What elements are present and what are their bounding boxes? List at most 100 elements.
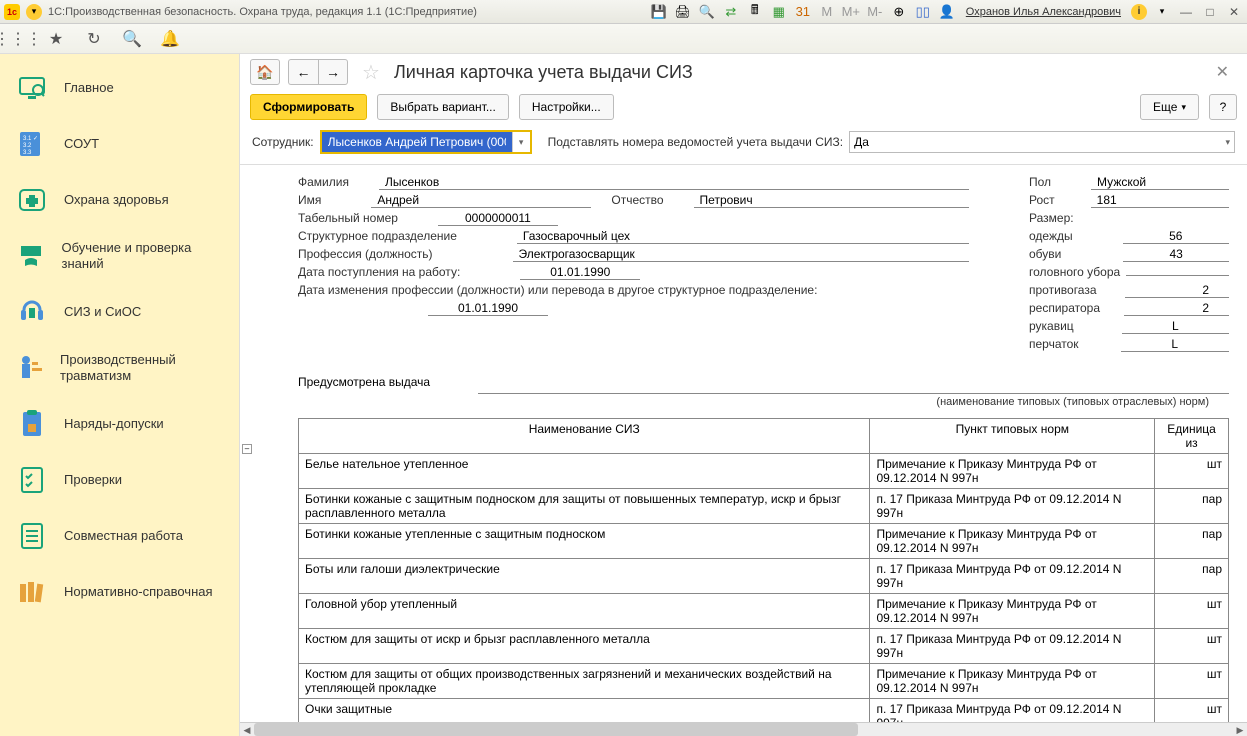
table-row[interactable]: Ботинки кожаные с защитным подноском для… bbox=[299, 489, 1229, 524]
patronymic-value: Петрович bbox=[694, 193, 969, 208]
forward-button[interactable]: → bbox=[318, 59, 348, 85]
sex-value: Мужской bbox=[1091, 175, 1229, 190]
table-cell: пар bbox=[1155, 559, 1229, 594]
minimize-button[interactable]: — bbox=[1177, 3, 1195, 21]
info-icon[interactable]: i bbox=[1131, 4, 1147, 20]
sidebar-item-health[interactable]: Охрана здоровья bbox=[0, 172, 239, 228]
sidebar-item-siz[interactable]: СИЗ и СиОС bbox=[0, 284, 239, 340]
table-cell: Очки защитные bbox=[299, 699, 870, 723]
apps-icon[interactable]: ⋮⋮⋮ bbox=[8, 29, 28, 49]
panels-icon[interactable]: ▯▯ bbox=[914, 3, 932, 21]
patronymic-label: Отчество bbox=[611, 193, 663, 207]
surname-value: Лысенков bbox=[379, 175, 969, 190]
book-hand-icon bbox=[14, 238, 48, 274]
head-value bbox=[1126, 275, 1229, 276]
sidebar-item-permits[interactable]: Наряды-допуски bbox=[0, 396, 239, 452]
print-icon[interactable]: 🖨 bbox=[674, 3, 692, 21]
prof-label: Профессия (должность) bbox=[298, 247, 433, 261]
table-row[interactable]: Ботинки кожаные утепленные с защитным по… bbox=[299, 524, 1229, 559]
sidebar-item-main[interactable]: Главное bbox=[0, 60, 239, 116]
splitter-toggle[interactable]: – bbox=[242, 444, 252, 454]
table-cell: Примечание к Приказу Минтруда РФ от 09.1… bbox=[870, 664, 1155, 699]
table-row[interactable]: Боты или галоши диэлектрическиеп. 17 При… bbox=[299, 559, 1229, 594]
surname-label: Фамилия bbox=[298, 175, 349, 189]
injury-icon bbox=[14, 350, 46, 386]
preview-icon[interactable]: 🔍 bbox=[698, 3, 716, 21]
sidebar-item-checks[interactable]: Проверки bbox=[0, 452, 239, 508]
sidebar-item-training[interactable]: Обучение и проверка знаний bbox=[0, 228, 239, 284]
horizontal-scrollbar[interactable]: ◀ ▶ bbox=[240, 722, 1247, 736]
resp-label: респиратора bbox=[1029, 301, 1100, 315]
favorite-icon[interactable]: ☆ bbox=[362, 60, 380, 85]
document-lines-icon bbox=[14, 518, 50, 554]
zoom-icon[interactable]: ⊕ bbox=[890, 3, 908, 21]
gasmask-value: 2 bbox=[1125, 283, 1229, 298]
table-row[interactable]: Очки защитныеп. 17 Приказа Минтруда РФ о… bbox=[299, 699, 1229, 723]
history-icon[interactable]: ↻ bbox=[84, 29, 104, 49]
table-row[interactable]: Головной убор утепленныйПримечание к При… bbox=[299, 594, 1229, 629]
substitute-dropdown-icon[interactable]: ▾ bbox=[1225, 137, 1230, 148]
table-header: Единица из bbox=[1155, 419, 1229, 454]
sidebar-item-collab[interactable]: Совместная работа bbox=[0, 508, 239, 564]
generate-button[interactable]: Сформировать bbox=[250, 94, 367, 120]
dropdown-arrow-icon[interactable]: ▾ bbox=[26, 4, 42, 20]
help-button[interactable]: ? bbox=[1209, 94, 1237, 120]
back-button[interactable]: ← bbox=[288, 59, 318, 85]
sidebar-item-reference[interactable]: Нормативно-справочная bbox=[0, 564, 239, 620]
substitute-value: Да bbox=[854, 135, 869, 149]
home-button[interactable]: 🏠 bbox=[250, 59, 280, 85]
maximize-button[interactable]: □ bbox=[1201, 3, 1219, 21]
sidebar-item-injury[interactable]: Производственный травматизм bbox=[0, 340, 239, 396]
list-check-icon: 3.1 ✓3.23.3 bbox=[14, 126, 50, 162]
head-label: головного убора bbox=[1029, 265, 1120, 279]
table-cell: Примечание к Приказу Минтруда РФ от 09.1… bbox=[870, 454, 1155, 489]
scroll-thumb[interactable] bbox=[254, 723, 858, 736]
gasmask-label: противогаза bbox=[1029, 283, 1097, 297]
table-cell: п. 17 Приказа Минтруда РФ от 09.12.2014 … bbox=[870, 629, 1155, 664]
info-right: ПолМужской Рост181 Размер: одежды56 обув… bbox=[1029, 175, 1229, 355]
table-row[interactable]: Костюм для защиты от искр и брызг распла… bbox=[299, 629, 1229, 664]
employee-field[interactable] bbox=[322, 132, 512, 152]
change-value: 01.01.1990 bbox=[428, 301, 548, 316]
employee-dropdown-icon[interactable]: ▾ bbox=[512, 132, 530, 152]
prof-value: Электрогазосварщик bbox=[513, 247, 969, 262]
gloves-label: перчаток bbox=[1029, 337, 1079, 351]
report-area: – Фамилия Лысенков Имя Андрей Отчество П… bbox=[240, 164, 1247, 722]
star-outline-icon[interactable]: ★ bbox=[46, 29, 66, 49]
settings-button[interactable]: Настройки... bbox=[519, 94, 614, 120]
info-dd-icon[interactable]: ▾ bbox=[1153, 3, 1171, 21]
scroll-left-icon[interactable]: ◀ bbox=[240, 723, 254, 736]
more-button[interactable]: Еще bbox=[1140, 94, 1199, 120]
date-icon[interactable]: 31 bbox=[794, 3, 812, 21]
employee-field-wrap: ▾ bbox=[320, 130, 532, 154]
hire-value: 01.01.1990 bbox=[520, 265, 640, 280]
search-icon[interactable]: 🔍 bbox=[122, 29, 142, 49]
table-row[interactable]: Белье нательное утепленноеПримечание к П… bbox=[299, 454, 1229, 489]
m-icon-1[interactable]: M bbox=[818, 3, 836, 21]
m-minus-icon[interactable]: M- bbox=[866, 3, 884, 21]
calendar-icon[interactable]: ▦ bbox=[770, 3, 788, 21]
table-cell: Костюм для защиты от общих производствен… bbox=[299, 664, 870, 699]
table-cell: шт bbox=[1155, 454, 1229, 489]
substitute-field[interactable]: Да ▾ bbox=[849, 131, 1235, 153]
save-icon[interactable]: 💾 bbox=[650, 3, 668, 21]
scroll-right-icon[interactable]: ▶ bbox=[1233, 723, 1247, 736]
choose-variant-button[interactable]: Выбрать вариант... bbox=[377, 94, 508, 120]
table-row[interactable]: Костюм для защиты от общих производствен… bbox=[299, 664, 1229, 699]
table-cell: шт bbox=[1155, 594, 1229, 629]
window-title: 1С:Производственная безопасность. Охрана… bbox=[48, 6, 477, 18]
top-nav: 🏠 ← → ☆ Личная карточка учета выдачи СИЗ… bbox=[240, 54, 1247, 90]
compare-icon[interactable]: ⇄ bbox=[722, 3, 740, 21]
close-button[interactable]: ✕ bbox=[1225, 3, 1243, 21]
user-name[interactable]: Охранов Илья Александрович bbox=[966, 6, 1121, 18]
sidebar-label: Производственный травматизм bbox=[60, 352, 225, 383]
sidebar-item-sout[interactable]: 3.1 ✓3.23.3 СОУТ bbox=[0, 116, 239, 172]
sidebar-label: СОУТ bbox=[64, 136, 99, 152]
bell-icon[interactable]: 🔔 bbox=[160, 29, 180, 49]
table-cell: шт bbox=[1155, 664, 1229, 699]
table-cell: Примечание к Приказу Минтруда РФ от 09.1… bbox=[870, 594, 1155, 629]
close-page-button[interactable]: ✕ bbox=[1208, 58, 1237, 86]
calc-icon[interactable]: 🖩 bbox=[746, 3, 764, 21]
m-plus-icon[interactable]: M+ bbox=[842, 3, 860, 21]
table-cell: шт bbox=[1155, 699, 1229, 723]
